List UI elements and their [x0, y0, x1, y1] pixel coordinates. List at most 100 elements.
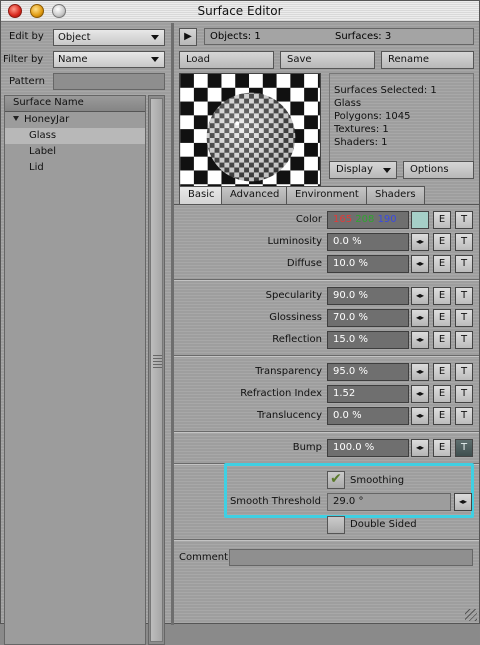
translucency-envelope-button[interactable]: E	[433, 407, 451, 425]
color-value-field[interactable]: 165 208 190	[327, 211, 409, 229]
reflection-envelope-button[interactable]: E	[433, 331, 451, 349]
refraction-index-texture-button[interactable]: T	[455, 385, 473, 403]
translucency-texture-button[interactable]: T	[455, 407, 473, 425]
smooth-threshold-spinner[interactable]: ◂▸	[454, 493, 472, 511]
expand-button[interactable]: ▶	[179, 28, 197, 46]
comment-label: Comment	[179, 552, 228, 563]
options-button[interactable]: Options	[403, 161, 474, 179]
glossiness-row: Glossiness 70.0 % ◂▸ E T	[174, 309, 479, 327]
transparency-envelope-button[interactable]: E	[433, 363, 451, 381]
surface-name-column-header[interactable]: Surface Name	[5, 96, 145, 112]
specularity-spinner[interactable]: ◂▸	[411, 287, 429, 305]
glossiness-label: Glossiness	[269, 312, 322, 323]
refraction-index-input[interactable]: 1.52	[327, 385, 409, 403]
specularity-input[interactable]: 90.0 %	[327, 287, 409, 305]
display-value: Display	[336, 164, 373, 175]
transparency-row: Transparency 95.0 % ◂▸ E T	[174, 363, 479, 381]
color-swatch[interactable]	[411, 211, 429, 229]
surface-row-lid[interactable]: Lid	[5, 160, 145, 176]
reflection-input[interactable]: 15.0 %	[327, 331, 409, 349]
grip-line	[153, 367, 162, 368]
diffuse-texture-button[interactable]: T	[455, 255, 473, 273]
color-label: Color	[295, 214, 322, 225]
specularity-row: Specularity 90.0 % ◂▸ E T	[174, 287, 479, 305]
stat-line: Surfaces Selected: 1	[334, 85, 437, 96]
surface-list-scrollbar[interactable]	[148, 95, 165, 645]
reflection-texture-button[interactable]: T	[455, 331, 473, 349]
refraction-index-envelope-button[interactable]: E	[433, 385, 451, 403]
object-info-bar: Objects: 1 Surfaces: 3	[204, 28, 474, 45]
surface-row-glass[interactable]: Glass	[5, 128, 145, 144]
filter-by-dropdown[interactable]: Name	[53, 51, 165, 68]
display-dropdown[interactable]: Display	[329, 161, 397, 179]
group-separator	[174, 355, 479, 357]
tab-basic[interactable]: Basic	[179, 186, 224, 205]
surface-row-label[interactable]: Label	[5, 144, 145, 160]
translucency-spinner[interactable]: ◂▸	[411, 407, 429, 425]
pattern-input[interactable]	[53, 73, 165, 90]
bump-spinner[interactable]: ◂▸	[411, 439, 429, 457]
load-button[interactable]: Load	[179, 51, 274, 69]
rename-button[interactable]: Rename	[381, 51, 474, 69]
bump-texture-button[interactable]: T	[455, 439, 473, 457]
glossiness-spinner[interactable]: ◂▸	[411, 309, 429, 327]
reflection-spinner[interactable]: ◂▸	[411, 331, 429, 349]
refraction-index-row: Refraction Index 1.52 ◂▸ E T	[174, 385, 479, 403]
edit-by-dropdown[interactable]: Object	[53, 29, 165, 46]
grip-line	[153, 361, 162, 362]
translucency-label: Translucency	[257, 410, 322, 421]
surface-preview[interactable]	[179, 73, 321, 201]
luminosity-spinner[interactable]: ◂▸	[411, 233, 429, 251]
color-texture-button[interactable]: T	[455, 211, 473, 229]
luminosity-input[interactable]: 0.0 %	[327, 233, 409, 251]
resize-grip-icon[interactable]	[465, 609, 477, 621]
stat-line: Shaders: 1	[334, 137, 388, 148]
reflection-row: Reflection 15.0 % ◂▸ E T	[174, 331, 479, 349]
glossiness-envelope-button[interactable]: E	[433, 309, 451, 327]
color-envelope-button[interactable]: E	[433, 211, 451, 229]
tab-shaders[interactable]: Shaders	[366, 186, 425, 204]
luminosity-row: Luminosity 0.0 % ◂▸ E T	[174, 233, 479, 251]
diffuse-envelope-button[interactable]: E	[433, 255, 451, 273]
translucency-input[interactable]: 0.0 %	[327, 407, 409, 425]
surface-editor-window: Surface Editor Edit by Object Filter by …	[0, 0, 480, 645]
surface-properties-panel: ▶ Objects: 1 Surfaces: 3 Load Save Renam…	[174, 23, 479, 623]
translucency-row: Translucency 0.0 % ◂▸ E T	[174, 407, 479, 425]
refraction-index-label: Refraction Index	[240, 388, 322, 399]
luminosity-envelope-button[interactable]: E	[433, 233, 451, 251]
color-red-value: 165	[333, 214, 353, 225]
diffuse-spinner[interactable]: ◂▸	[411, 255, 429, 273]
diffuse-input[interactable]: 10.0 %	[327, 255, 409, 273]
specularity-envelope-button[interactable]: E	[433, 287, 451, 305]
pattern-label: Pattern	[9, 76, 45, 87]
glossiness-input[interactable]: 70.0 %	[327, 309, 409, 327]
surface-tree: Surface Name HoneyJar Glass Label Lid	[4, 95, 146, 645]
double-sided-label: Double Sided	[350, 519, 417, 530]
window-title: Surface Editor	[197, 4, 283, 18]
bump-input[interactable]: 100.0 %	[327, 439, 409, 457]
refraction-index-spinner[interactable]: ◂▸	[411, 385, 429, 403]
disclosure-triangle-icon[interactable]	[13, 116, 19, 121]
tab-underline	[174, 204, 479, 205]
specularity-texture-button[interactable]: T	[455, 287, 473, 305]
smoothing-checkbox[interactable]: ✔	[327, 471, 345, 489]
double-sided-checkbox[interactable]	[327, 516, 345, 534]
glossiness-texture-button[interactable]: T	[455, 309, 473, 327]
tab-advanced[interactable]: Advanced	[221, 186, 289, 204]
bump-envelope-button[interactable]: E	[433, 439, 451, 457]
title-bar[interactable]: Surface Editor	[1, 1, 479, 22]
transparency-input[interactable]: 95.0 %	[327, 363, 409, 381]
comment-input[interactable]	[229, 549, 473, 566]
smooth-threshold-input[interactable]: 29.0 °	[327, 493, 451, 511]
tree-object-row[interactable]: HoneyJar	[5, 112, 145, 128]
tab-environment[interactable]: Environment	[286, 186, 368, 204]
group-separator	[174, 279, 479, 281]
transparency-spinner[interactable]: ◂▸	[411, 363, 429, 381]
scrollbar-thumb[interactable]	[150, 98, 163, 642]
luminosity-texture-button[interactable]: T	[455, 233, 473, 251]
bump-row: Bump 100.0 % ◂▸ E T	[174, 439, 479, 457]
chevron-down-icon	[383, 168, 391, 173]
filter-by-label: Filter by	[3, 54, 44, 65]
transparency-texture-button[interactable]: T	[455, 363, 473, 381]
save-button[interactable]: Save	[280, 51, 375, 69]
